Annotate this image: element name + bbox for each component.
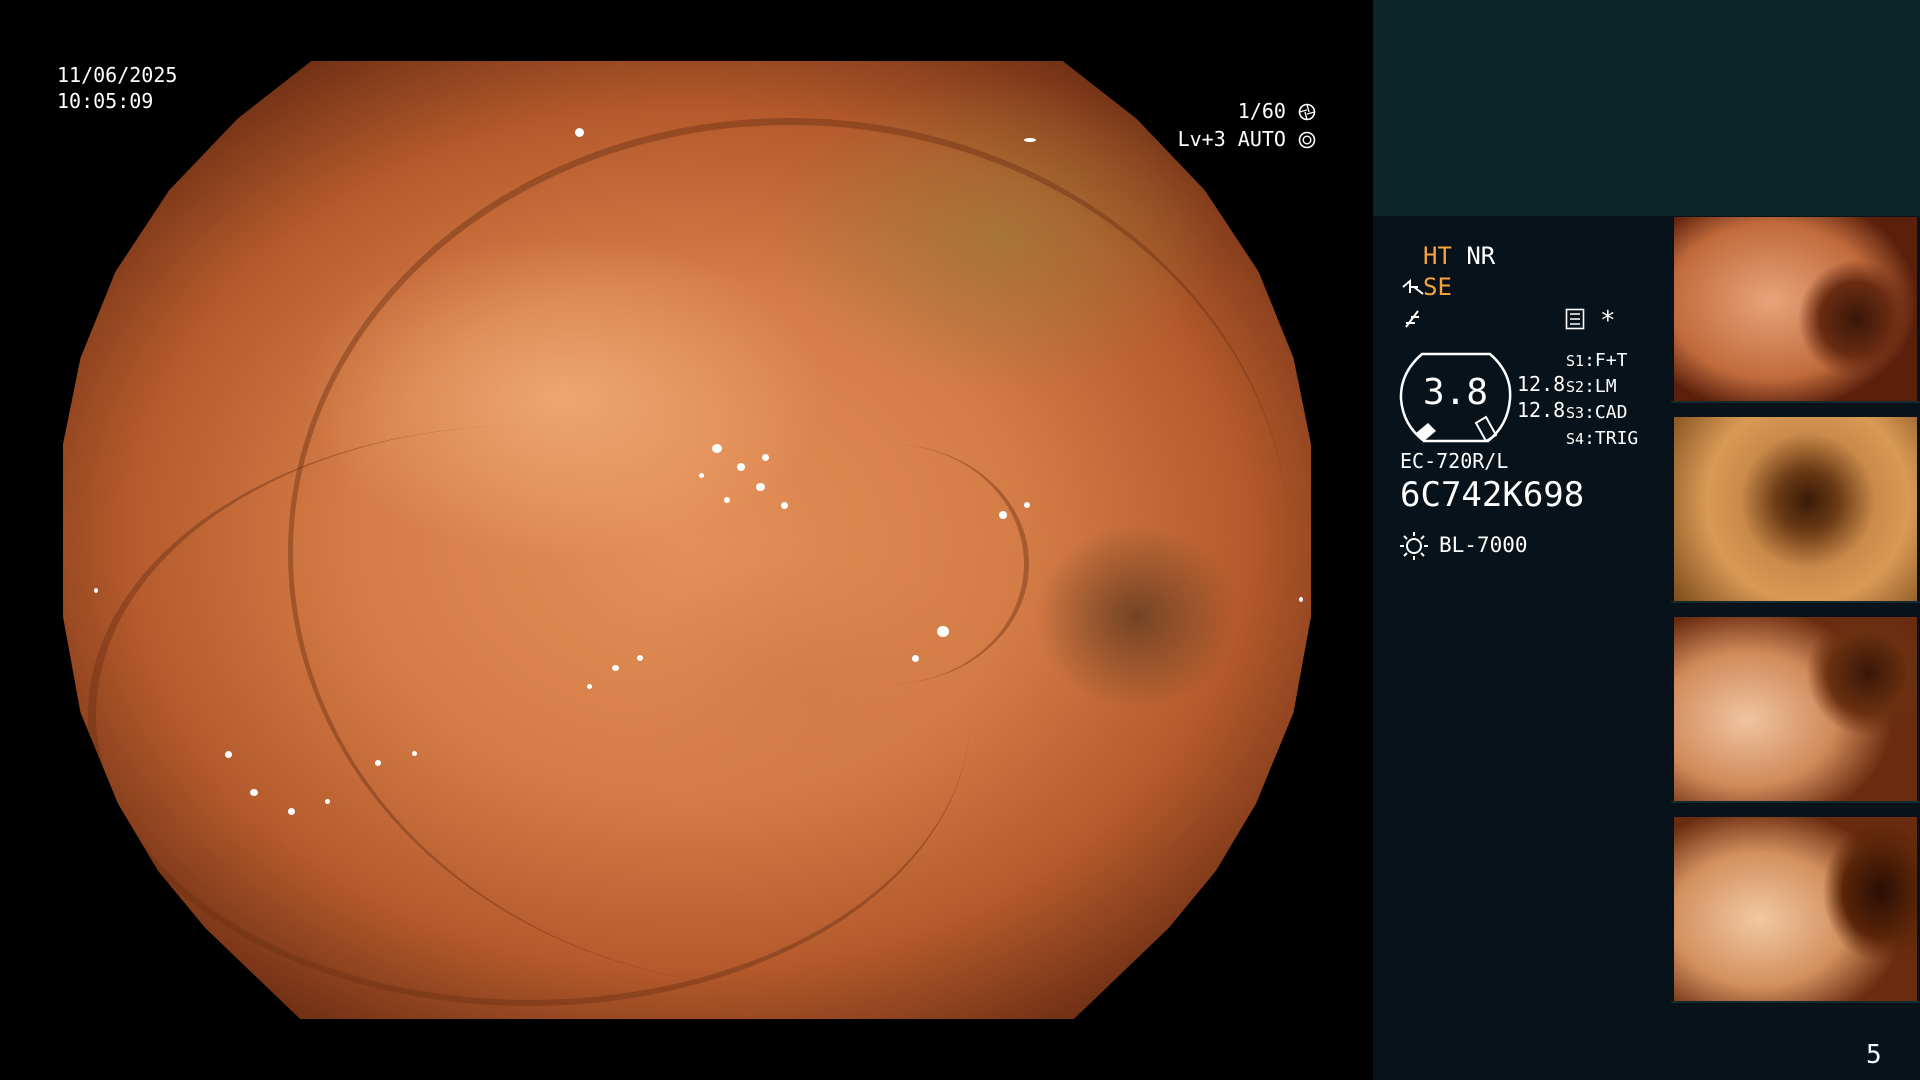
thumbnail[interactable] <box>1671 417 1920 603</box>
image-mode-row: HT NR <box>1423 242 1495 270</box>
page-number: 5 <box>1866 1040 1882 1070</box>
scope-serial: 6C742K698 <box>1400 475 1585 515</box>
asterisk-mark: * <box>1600 306 1616 336</box>
switch-item: S4:TRIG <box>1566 428 1639 449</box>
pump-icon <box>1402 278 1424 295</box>
memo-icon <box>1565 308 1585 330</box>
gauge-value: 3.8 <box>1423 372 1489 413</box>
endoscopic-image <box>63 61 1311 1019</box>
switch-item: S3:CAD <box>1566 402 1628 423</box>
thumbnail[interactable] <box>1671 617 1920 803</box>
se-label: SE <box>1423 273 1452 301</box>
level-text: Lv+3 AUTO <box>1177 127 1286 151</box>
gauge-right-2: 12.8 <box>1517 398 1566 422</box>
ht-label: HT <box>1423 242 1452 270</box>
freeze-icon <box>1405 310 1419 328</box>
switch-list: S1:F+T S2:LM S3:CAD S4:TRIG <box>1566 348 1638 452</box>
light-source: BL-7000 <box>1439 533 1528 557</box>
shutter-icon <box>1298 103 1316 121</box>
shutter-readout: 1/60 <box>1238 98 1316 124</box>
thumbnail[interactable] <box>1671 817 1920 1003</box>
date-text: 11/06/2025 <box>57 63 178 87</box>
nr-label: NR <box>1466 242 1496 270</box>
switch-item: S1:F+T <box>1566 350 1628 371</box>
time-text: 10:05:09 <box>57 89 154 113</box>
switch-item: S2:LM <box>1566 376 1617 397</box>
shutter-text: 1/60 <box>1237 99 1286 123</box>
scope-model: EC-720R/L <box>1400 449 1509 473</box>
light-icon <box>1400 532 1428 560</box>
info-panel-header <box>1373 0 1920 216</box>
level-readout: Lv+3 AUTO <box>1178 126 1316 152</box>
thumbnail-strip <box>1671 217 1920 1017</box>
gauge-right-1: 12.8 <box>1517 372 1566 396</box>
thumbnail[interactable] <box>1671 217 1920 403</box>
iris-icon <box>1298 131 1316 149</box>
